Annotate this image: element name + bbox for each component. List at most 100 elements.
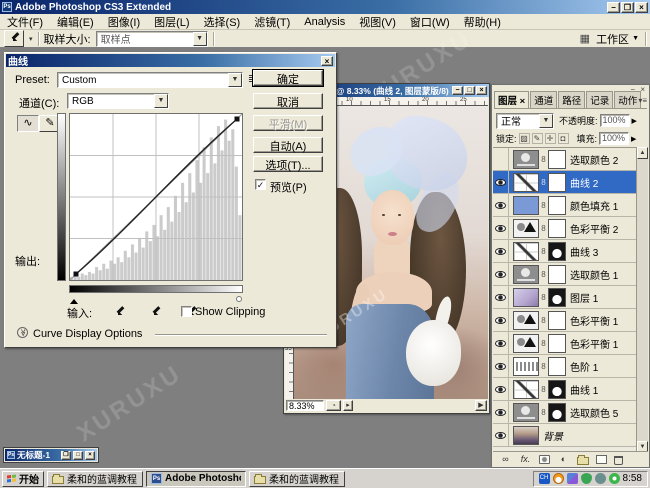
mask-thumbnail[interactable] bbox=[548, 150, 566, 169]
zoom-field[interactable]: 8.33% bbox=[286, 400, 324, 411]
panel-tab[interactable]: 路径 bbox=[558, 91, 585, 108]
qq-icon[interactable] bbox=[553, 473, 564, 484]
layer-row[interactable]: 8 选取颜色 1 bbox=[493, 263, 648, 286]
menu-item[interactable]: 窗口(W) bbox=[403, 14, 457, 30]
mask-thumbnail[interactable] bbox=[548, 334, 566, 353]
dropdown-arrow-icon[interactable]: ▼ bbox=[228, 73, 242, 87]
curve-point-tool-button[interactable]: ∿ bbox=[17, 115, 39, 132]
layer-thumbnail[interactable] bbox=[513, 334, 539, 353]
visibility-toggle[interactable] bbox=[493, 217, 509, 239]
channel-select[interactable]: RGB ▼ bbox=[67, 93, 169, 109]
show-clipping-checkbox[interactable] bbox=[181, 306, 192, 317]
dropdown-arrow-icon[interactable]: ▼ bbox=[539, 114, 553, 128]
mini-restore-button[interactable]: ❐ bbox=[61, 451, 71, 460]
close-button[interactable]: × bbox=[635, 2, 648, 13]
menu-item[interactable]: 编辑(E) bbox=[50, 14, 101, 30]
panel-tab[interactable]: 记录 bbox=[586, 91, 613, 108]
visibility-toggle[interactable] bbox=[493, 378, 509, 400]
layer-thumbnail[interactable] bbox=[513, 242, 539, 261]
mini-maximize-button[interactable]: □ bbox=[73, 451, 83, 460]
preset-select[interactable]: Custom ▼ bbox=[57, 72, 243, 88]
curve-display-options-label[interactable]: Curve Display Options bbox=[33, 328, 142, 340]
menu-item[interactable]: 视图(V) bbox=[352, 14, 403, 30]
visibility-toggle[interactable] bbox=[493, 171, 509, 193]
visibility-toggle[interactable] bbox=[493, 263, 509, 285]
layer-thumbnail[interactable] bbox=[513, 311, 539, 330]
mask-thumbnail[interactable] bbox=[548, 357, 566, 376]
layer-thumbnail[interactable] bbox=[513, 150, 539, 169]
fill-field[interactable]: 100% bbox=[599, 132, 629, 145]
visibility-toggle[interactable] bbox=[493, 194, 509, 216]
menu-item[interactable]: 滤镜(T) bbox=[247, 14, 297, 30]
language-indicator-icon[interactable]: CH bbox=[539, 473, 550, 484]
mask-thumbnail[interactable] bbox=[548, 219, 566, 238]
options-button[interactable]: 选项(T)... bbox=[253, 156, 323, 172]
visibility-toggle[interactable] bbox=[493, 424, 509, 446]
mask-thumbnail[interactable] bbox=[548, 311, 566, 330]
preview-checkbox[interactable]: ✓ bbox=[255, 179, 266, 190]
scroll-up-icon[interactable]: ▲ bbox=[637, 147, 648, 159]
panel-menu-icon[interactable]: ▾≡ bbox=[638, 96, 647, 105]
opacity-field[interactable]: 100% bbox=[600, 114, 630, 127]
dropdown-arrow-icon[interactable]: ▼ bbox=[154, 94, 168, 108]
cancel-button[interactable]: 取消 bbox=[253, 93, 323, 109]
panel-tab[interactable]: 图层 × bbox=[494, 91, 529, 108]
adjustment-layer-icon[interactable]: ◐ bbox=[557, 454, 570, 465]
mask-thumbnail[interactable] bbox=[548, 242, 566, 261]
layer-row[interactable]: 8 色彩平衡 2 bbox=[493, 217, 648, 240]
layer-thumbnail[interactable] bbox=[513, 403, 539, 422]
new-layer-icon[interactable] bbox=[596, 455, 607, 464]
layer-thumbnail[interactable] bbox=[513, 426, 539, 445]
hscroll-right-button[interactable]: ▶ bbox=[475, 400, 487, 411]
layer-list-scrollbar[interactable]: ▲ ▼ bbox=[636, 147, 648, 453]
taskbar-item[interactable]: PsAdobe Photoshop CS3 E... bbox=[146, 471, 246, 487]
layer-row[interactable]: 8 选取颜色 5 bbox=[493, 401, 648, 424]
menu-item[interactable]: 图像(I) bbox=[101, 14, 147, 30]
doc-maximize-button[interactable]: □ bbox=[464, 86, 475, 95]
layer-thumbnail[interactable] bbox=[513, 219, 539, 238]
palette-well-icon[interactable]: ▦ bbox=[580, 32, 590, 45]
mask-thumbnail[interactable] bbox=[548, 173, 566, 192]
visibility-toggle[interactable] bbox=[493, 332, 509, 354]
curves-plot[interactable] bbox=[69, 113, 243, 281]
layer-thumbnail[interactable] bbox=[513, 173, 539, 192]
shield-icon[interactable] bbox=[581, 473, 592, 484]
fill-arrow-icon[interactable]: ▶ bbox=[631, 135, 636, 143]
layer-thumbnail[interactable] bbox=[513, 196, 539, 215]
layer-thumbnail[interactable] bbox=[513, 380, 539, 399]
lock-paint-icon[interactable]: ✎ bbox=[532, 133, 543, 144]
panel-tab[interactable]: 动作 bbox=[614, 91, 641, 108]
status-arrow-icon[interactable]: ▸ bbox=[343, 400, 353, 411]
layer-thumbnail[interactable] bbox=[513, 265, 539, 284]
black-point-slider[interactable] bbox=[70, 295, 78, 304]
white-point-slider[interactable] bbox=[236, 296, 242, 302]
tool-preset-arrow-icon[interactable]: ▾ bbox=[29, 35, 33, 43]
lock-transparency-icon[interactable]: ▨ bbox=[519, 133, 530, 144]
restore-button[interactable]: ❐ bbox=[621, 2, 634, 13]
messenger-icon[interactable] bbox=[567, 473, 578, 484]
visibility-toggle[interactable] bbox=[493, 240, 509, 262]
layer-row[interactable]: 8 色阶 1 bbox=[493, 355, 648, 378]
expander-icon[interactable]: ≫ bbox=[17, 327, 28, 338]
visibility-toggle[interactable] bbox=[493, 148, 509, 170]
workspace-button[interactable]: 工作区▼ bbox=[596, 31, 639, 47]
opacity-arrow-icon[interactable]: ▶ bbox=[632, 117, 637, 125]
curves-close-button[interactable]: × bbox=[321, 56, 333, 66]
layer-row[interactable]: 8 图层 1 bbox=[493, 286, 648, 309]
menu-item[interactable]: Analysis bbox=[297, 16, 352, 28]
layer-row[interactable]: 8 颜色填充 1 bbox=[493, 194, 648, 217]
layer-row[interactable]: 8 色彩平衡 1 bbox=[493, 332, 648, 355]
ok-button[interactable]: 确定 bbox=[253, 70, 323, 86]
add-mask-icon[interactable] bbox=[539, 455, 550, 464]
menu-item[interactable]: 帮助(H) bbox=[457, 14, 508, 30]
panel-tab[interactable]: 通道 bbox=[530, 91, 557, 108]
visibility-toggle[interactable] bbox=[493, 286, 509, 308]
layer-thumbnail[interactable] bbox=[513, 357, 539, 376]
gray-eyedropper-icon[interactable] bbox=[149, 305, 162, 318]
lock-move-icon[interactable]: ✛ bbox=[545, 133, 556, 144]
dropdown-arrow-icon[interactable]: ▼ bbox=[193, 32, 207, 46]
mask-thumbnail[interactable] bbox=[548, 196, 566, 215]
taskbar-item[interactable]: 柔和的蓝调教程 bbox=[249, 471, 345, 487]
blend-mode-select[interactable]: 正常 ▼ bbox=[496, 113, 554, 129]
menu-item[interactable]: 选择(S) bbox=[197, 14, 248, 30]
